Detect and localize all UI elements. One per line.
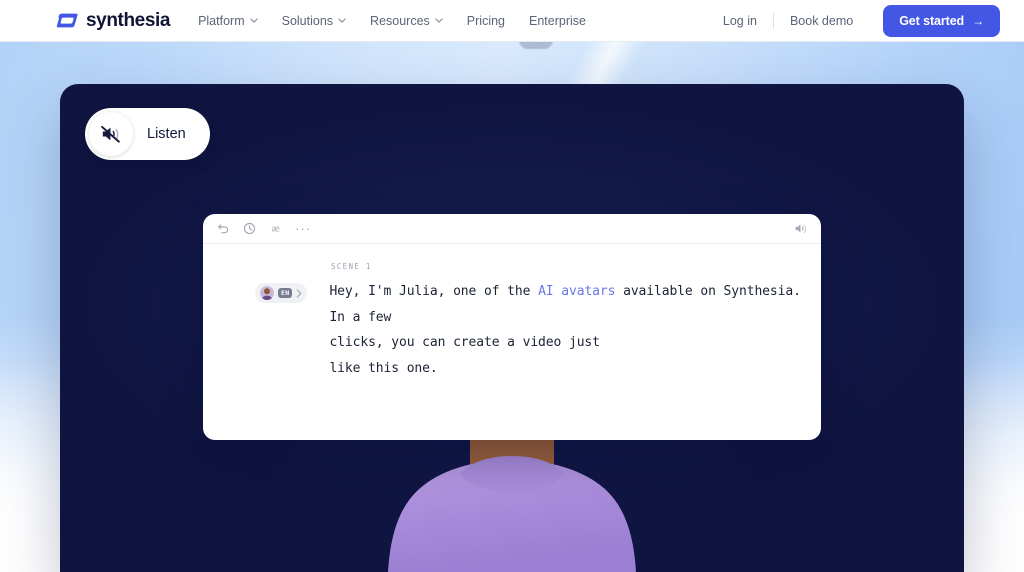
language-badge: EN: [278, 287, 293, 299]
synthesia-speech-bubble-logo-icon: [56, 13, 78, 28]
script-editor-toolbar: æ ···: [203, 214, 821, 244]
nav-item-enterprise[interactable]: Enterprise: [529, 14, 586, 28]
arrow-right-icon: →: [972, 13, 984, 28]
page-root: synthesia Platform Solutions Resources P…: [0, 0, 1024, 572]
chevron-down-icon: [338, 18, 346, 23]
script-link-avatars[interactable]: avatars: [561, 284, 615, 299]
nav-item-enterprise-label: Enterprise: [529, 13, 586, 28]
chevron-down-icon: [249, 18, 258, 23]
nav-item-resources-label: Resources: [370, 13, 430, 28]
login-link[interactable]: Log in: [707, 14, 773, 28]
script-text-part-1: Hey, I'm Julia, one of the: [329, 284, 539, 299]
video-player-stage[interactable]: Listen æ ··· SCENE 1 EN Hey, I'm Julia, …: [60, 84, 964, 572]
chevron-right-icon: [297, 288, 302, 298]
script-link-ai[interactable]: AI: [538, 284, 554, 299]
nav-actions: Log in Book demo Get started →: [707, 4, 1000, 37]
get-started-label: Get started: [899, 13, 965, 28]
nav-item-solutions-label: Solutions: [281, 13, 334, 28]
clock-icon[interactable]: [243, 222, 256, 235]
brand-name: synthesia: [86, 9, 171, 31]
nav-item-platform[interactable]: Platform: [198, 14, 258, 28]
top-navigation-bar: synthesia Platform Solutions Resources P…: [0, 0, 1024, 42]
nav-item-resources[interactable]: Resources: [370, 14, 443, 28]
primary-nav-links: Platform Solutions Resources Pricing Ent…: [198, 14, 586, 28]
nav-item-solutions[interactable]: Solutions: [282, 14, 346, 28]
undo-icon[interactable]: [217, 222, 230, 235]
speaker-chip[interactable]: EN: [255, 283, 308, 303]
book-demo-link[interactable]: Book demo: [774, 14, 869, 28]
scene-label: SCENE 1: [331, 262, 372, 271]
svg-text:æ: æ: [271, 225, 280, 235]
script-text-body[interactable]: Hey, I'm Julia, one of the AI avatars av…: [329, 279, 821, 381]
get-started-button[interactable]: Get started →: [883, 4, 1000, 37]
pronunciation-ae-icon[interactable]: æ: [269, 222, 282, 235]
nav-item-pricing[interactable]: Pricing: [467, 14, 505, 28]
script-editor-card[interactable]: æ ··· SCENE 1 EN Hey, I'm Julia, one of …: [203, 214, 821, 440]
script-line-row: EN Hey, I'm Julia, one of the AI avatars…: [203, 271, 821, 381]
chevron-down-icon: [435, 18, 443, 23]
nav-item-pricing-label: Pricing: [466, 13, 506, 28]
brand-logo[interactable]: synthesia: [56, 10, 170, 32]
nav-item-platform-label: Platform: [198, 13, 245, 28]
more-options-icon[interactable]: ···: [295, 222, 311, 235]
listen-toggle-knob[interactable]: [89, 112, 133, 156]
speaker-muted-icon: [101, 125, 120, 143]
volume-icon[interactable]: [794, 222, 807, 235]
listen-label: Listen: [147, 126, 186, 142]
listen-button[interactable]: Listen: [85, 108, 210, 160]
speaker-avatar-thumbnail-icon: [260, 286, 274, 300]
